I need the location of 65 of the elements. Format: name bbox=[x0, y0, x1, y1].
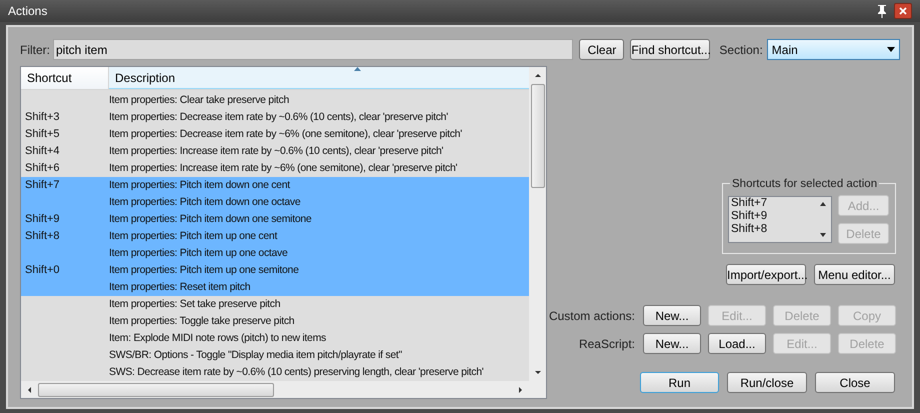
pin-icon[interactable] bbox=[876, 4, 888, 18]
description-cell-text: Item properties: Decrease item rate by ~6% (one semitone), clear 'preserve pitch' bbox=[109, 126, 462, 142]
description-cell-text: SWS: Decrease item rate by ~0.6% (10 cents) preserving length, clear 'preserve pitch' bbox=[109, 364, 484, 380]
table-row[interactable]: Item properties: Pitch item up one octave bbox=[21, 245, 529, 262]
list-item[interactable]: Shift+7 bbox=[731, 197, 814, 210]
menu-editor-button[interactable]: Menu editor... bbox=[814, 264, 895, 285]
description-cell-text: Item properties: Pitch item down one octave bbox=[109, 194, 300, 210]
horizontal-scrollbar[interactable] bbox=[21, 381, 546, 398]
column-header[interactable]: Description bbox=[109, 67, 529, 89]
action-button[interactable]: New... bbox=[643, 333, 701, 354]
vertical-scrollbar[interactable] bbox=[529, 67, 546, 381]
close-button[interactable]: Close bbox=[815, 372, 895, 393]
description-cell-text: Item properties: Increase item rate by ~0.6% (10 cents), clear 'preserve pitch' bbox=[109, 144, 444, 159]
dropdown-arrow-icon bbox=[887, 47, 895, 52]
shortcut-cell-text: Shift+6 bbox=[24, 161, 61, 176]
run-close-button[interactable]: Run/close bbox=[727, 372, 807, 393]
action-button[interactable]: Load... bbox=[708, 333, 766, 354]
shortcut-cell-text: Shift+5 bbox=[24, 127, 61, 142]
shortcut-cell-text: Shift+4 bbox=[24, 144, 61, 160]
description-cell-text: Item properties: Decrease item rate by ~0.6% (10 cents), clear 'preserve pitch' bbox=[109, 110, 448, 125]
shortcuts-list[interactable]: Shift+7 Shift+9 Shift+8 bbox=[728, 196, 832, 243]
shortcut-cell-text: Shift+8 bbox=[24, 229, 61, 244]
section-dropdown[interactable]: Main bbox=[766, 39, 900, 60]
find-shortcut-button[interactable]: Find shortcut... bbox=[630, 39, 710, 60]
scroll-up-icon[interactable] bbox=[818, 201, 826, 206]
description-cell-text: Item properties: Pitch item up one octave bbox=[109, 246, 288, 261]
table-row[interactable]: Shift+7 Item properties: Pitch item down one cent bbox=[21, 177, 529, 194]
scroll-thumb[interactable] bbox=[38, 382, 274, 396]
scroll-thumb[interactable] bbox=[530, 84, 544, 188]
description-cell-text: Item properties: Pitch item up one cent bbox=[109, 228, 278, 244]
description-cell-text: Item properties: Reset item pitch bbox=[109, 280, 250, 295]
shortcut-cell-text: Shift+0 bbox=[24, 263, 61, 278]
description-cell-text: Item properties: Pitch item down one semitone bbox=[109, 212, 312, 227]
description-cell-text: Item properties: Set take preserve pitch bbox=[109, 296, 280, 312]
clear-button[interactable]: Clear bbox=[579, 39, 624, 60]
description-cell-text: Item properties: Pitch item up one semitone bbox=[109, 262, 299, 278]
action-button[interactable]: New... bbox=[643, 305, 701, 326]
close-button[interactable] bbox=[894, 3, 912, 19]
list-item[interactable]: Shift+9 bbox=[731, 210, 814, 223]
table-row[interactable]: Shift+0 Item properties: Pitch item up one semitone bbox=[21, 262, 529, 279]
close-icon bbox=[899, 7, 907, 15]
description-cell-text: Item properties: Clear take preserve pitch bbox=[109, 92, 289, 108]
scroll-down-icon[interactable] bbox=[818, 233, 826, 238]
description-cell-text: Item properties: Pitch item down one cent bbox=[109, 178, 290, 193]
list-item[interactable]: Shift+8 bbox=[731, 223, 814, 236]
row-label: ReaScript: bbox=[578, 336, 635, 352]
row-label: Custom actions: bbox=[548, 308, 635, 324]
table-row[interactable]: Item properties: Pitch item down one octave bbox=[21, 194, 529, 211]
filter-field[interactable]: pitch item bbox=[53, 39, 574, 60]
import-export-button[interactable]: Import/export... bbox=[726, 264, 806, 285]
section-label: Section: bbox=[719, 42, 763, 58]
shortcut-cell-text: Shift+9 bbox=[24, 212, 61, 228]
description-cell-text: Item: Explode MIDI note rows (pitch) to new items bbox=[109, 330, 326, 346]
shortcut-cell-text: Shift+3 bbox=[24, 110, 61, 126]
sort-arrow-icon bbox=[354, 67, 361, 71]
table-row[interactable]: Item properties: Reset item pitch bbox=[21, 279, 529, 296]
description-cell-text: SWS/BR: Options - Toggle "Display media item pitch/playrate if set" bbox=[109, 348, 402, 363]
shortcut-cell-text: Shift+7 bbox=[24, 178, 61, 194]
table-row[interactable]: Shift+9 Item properties: Pitch item down one semitone bbox=[21, 211, 529, 228]
filter-label: Filter: bbox=[20, 42, 50, 58]
run-button[interactable]: Run bbox=[640, 372, 719, 393]
description-cell-text: Item properties: Toggle take preserve pitch bbox=[109, 314, 294, 329]
description-cell-text: Item properties: Increase item rate by ~6% (one semitone), clear 'preserve pitch' bbox=[109, 160, 458, 176]
window-title: Actions bbox=[8, 3, 48, 20]
table-row[interactable]: Shift+8 Item properties: Pitch item up one cent bbox=[21, 228, 529, 245]
